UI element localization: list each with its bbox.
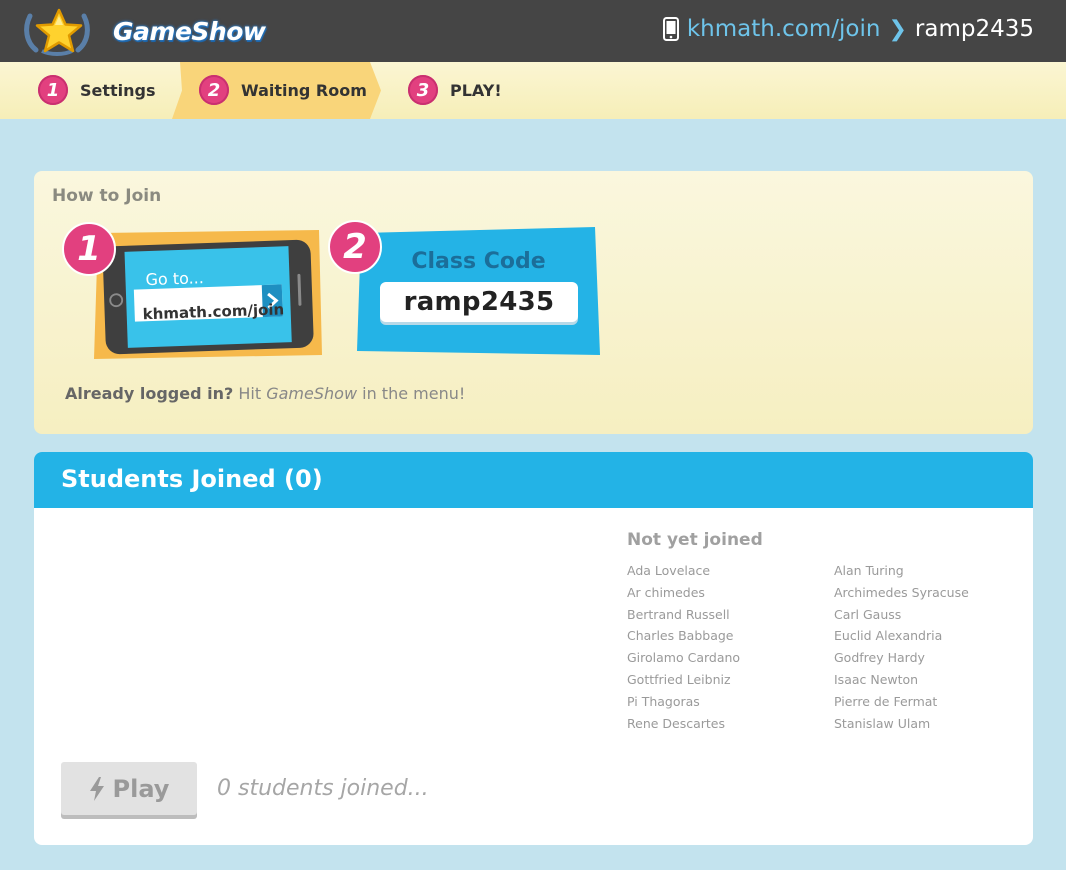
- logged-in-app: GameShow: [266, 384, 358, 403]
- list-item: Ada Lovelace: [627, 563, 711, 578]
- logo-text: GameShow: [113, 17, 266, 46]
- list-item: Alan Turing: [834, 563, 904, 578]
- how-to-join-title: How to Join: [52, 186, 162, 206]
- list-item: Euclid Alexandria: [834, 628, 943, 644]
- students-joined-title: Students Joined (0): [61, 465, 323, 493]
- step-one-badge: 1: [62, 222, 116, 276]
- list-item: Godfrey Hardy: [834, 650, 925, 666]
- step-label: PLAY!: [450, 80, 502, 100]
- list-item: Rene Descartes: [627, 715, 726, 731]
- logged-in-hint: Already logged in? Hit GameShow in the m…: [65, 384, 465, 403]
- lightning-icon: [89, 776, 104, 801]
- step-play[interactable]: 3 PLAY!: [408, 75, 502, 105]
- step-number: 1: [38, 75, 68, 105]
- class-code-value: ramp2435: [380, 282, 578, 322]
- step-number: 2: [199, 75, 229, 105]
- logged-in-rest: in the menu!: [362, 384, 466, 403]
- step-settings[interactable]: 1 Settings: [38, 75, 156, 105]
- list-item: Ar chimedes: [627, 584, 705, 600]
- list-item: Pierre de Fermat: [834, 693, 938, 709]
- phone-illustration: Go to... khmath.com/join: [94, 230, 322, 359]
- list-item: Girolamo Cardano: [627, 650, 741, 666]
- steps-bar: [0, 62, 1066, 119]
- list-item: Archimedes Syracuse: [834, 584, 969, 600]
- step-waiting-room[interactable]: 2 Waiting Room: [199, 75, 367, 105]
- not-yet-joined-title: Not yet joined: [627, 530, 763, 550]
- play-button[interactable]: Play: [61, 762, 197, 815]
- list-item: Charles Babbage: [627, 628, 734, 644]
- logged-in-question: Already logged in?: [65, 384, 234, 403]
- goto-text: Go to...: [145, 268, 204, 289]
- logged-in-hit: Hit: [238, 384, 262, 403]
- phone-icon: [662, 17, 679, 41]
- step-label: Settings: [80, 80, 156, 100]
- list-item: Isaac Newton: [834, 671, 919, 687]
- list-item: Pi Thagoras: [627, 693, 700, 709]
- join-info: khmath.com/join ❯ ramp2435: [662, 13, 1034, 45]
- step-two-badge: 2: [328, 220, 382, 274]
- play-label: Play: [112, 774, 170, 803]
- how-to-join-panel: How to Join Go to... khmath.com/join 1 C…: [34, 171, 1033, 434]
- step-number: 3: [408, 75, 438, 105]
- list-item: Gottfried Leibniz: [627, 671, 731, 687]
- class-code-label: Class Code: [411, 249, 546, 274]
- join-code: ramp2435: [914, 16, 1034, 42]
- students-panel: Students Joined (0) Not yet joined Ada L…: [34, 452, 1033, 845]
- chevron-right-icon: ❯: [888, 16, 907, 42]
- list-item: Carl Gauss: [834, 606, 902, 622]
- top-bar: GameShow khmath.com/join ❯ ramp2435: [0, 0, 1066, 62]
- students-joined-status: 0 students joined...: [217, 776, 429, 801]
- list-item: Bertrand Russell: [627, 606, 730, 622]
- gameshow-logo[interactable]: GameShow: [22, 6, 266, 56]
- join-url-link[interactable]: khmath.com/join: [687, 16, 881, 42]
- star-icon: [24, 8, 90, 56]
- list-item: Stanislaw Ulam: [834, 715, 931, 731]
- step-label: Waiting Room: [241, 80, 367, 100]
- students-header: Students Joined (0): [34, 452, 1033, 508]
- not-yet-joined-list: Ada Lovelace Alan Turing Ar chimedes Arc…: [627, 562, 1007, 733]
